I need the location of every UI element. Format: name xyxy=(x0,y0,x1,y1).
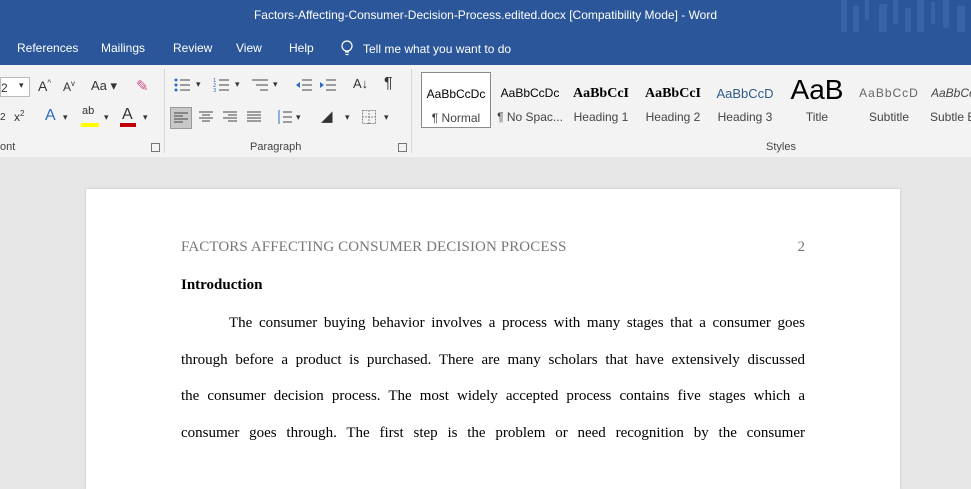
chevron-down-icon[interactable]: ▾ xyxy=(196,79,201,90)
ribbon: 2 ▾ A^ Av Aa ▾ ✎ x2 2 A ▾ ab ▾ A ▾ ont ▾… xyxy=(0,65,971,158)
increase-indent-icon[interactable] xyxy=(320,78,336,92)
document-canvas[interactable]: FACTORS AFFECTING CONSUMER DECISION PROC… xyxy=(0,157,971,489)
superscript-icon[interactable]: x2 xyxy=(14,109,24,124)
clear-formatting-icon[interactable]: ✎ xyxy=(136,77,149,95)
style-heading-3[interactable]: AaBbCcD Heading 3 xyxy=(710,72,780,128)
style-name: ¶ Normal xyxy=(431,111,481,125)
menu-review[interactable]: Review xyxy=(173,41,212,55)
chevron-down-icon[interactable]: ▾ xyxy=(345,112,350,123)
style-sample: AaBbCcDc xyxy=(426,87,486,101)
align-center-icon[interactable] xyxy=(199,111,213,123)
chevron-down-icon[interactable]: ▾ xyxy=(63,112,68,123)
borders-icon[interactable] xyxy=(362,110,376,124)
decrease-indent-icon[interactable] xyxy=(296,78,312,92)
lightbulb-icon xyxy=(341,40,353,56)
justify-icon[interactable] xyxy=(247,111,261,123)
text-effects-icon[interactable]: A xyxy=(45,107,56,125)
style-name: Heading 1 xyxy=(573,110,629,124)
font-size-value: 2 xyxy=(1,81,8,95)
menu-mailings[interactable]: Mailings xyxy=(101,41,145,55)
style-heading-2[interactable]: AaBbCcI Heading 2 xyxy=(638,72,708,128)
sort-icon[interactable]: A↓ xyxy=(353,76,368,91)
menu-help[interactable]: Help xyxy=(289,41,314,55)
title-bar-pattern xyxy=(841,0,965,32)
style-sample: AaBbCcD xyxy=(716,86,774,101)
style-sample: AaBbCc xyxy=(931,86,971,100)
divider xyxy=(411,69,412,153)
document-page[interactable]: FACTORS AFFECTING CONSUMER DECISION PROC… xyxy=(86,189,900,489)
style-sample: AaBbCcD xyxy=(859,86,919,100)
shrink-font-icon[interactable]: Av xyxy=(63,79,75,94)
chevron-down-icon: ▾ xyxy=(19,80,24,90)
style-subtle-emphasis[interactable]: AaBbCc Subtle E xyxy=(926,72,971,128)
chevron-down-icon[interactable]: ▾ xyxy=(273,79,278,90)
page-header: FACTORS AFFECTING CONSUMER DECISION PROC… xyxy=(181,239,567,255)
svg-text:3: 3 xyxy=(213,88,216,92)
menu-view[interactable]: View xyxy=(236,41,262,55)
chevron-down-icon[interactable]: ▾ xyxy=(104,112,109,123)
paragraph-line: through before a product is purchased. T… xyxy=(181,352,805,368)
section-heading: Introduction xyxy=(181,277,263,293)
font-dialog-launcher[interactable] xyxy=(151,143,160,152)
numbering-icon[interactable]: 123 xyxy=(213,78,229,92)
style-heading-1[interactable]: AaBbCcI Heading 1 xyxy=(566,72,636,128)
style-subtitle[interactable]: AaBbCcD Subtitle xyxy=(854,72,924,128)
paragraph-line: the consumer decision process. The most … xyxy=(181,388,805,404)
align-right-icon[interactable] xyxy=(223,111,237,123)
style-no-spacing[interactable]: AaBbCcDc ¶ No Spac... xyxy=(495,72,565,128)
style-name: Heading 2 xyxy=(645,110,701,124)
style-name: Subtitle xyxy=(868,110,910,124)
menu-bar: References Mailings Review View Help Tel… xyxy=(0,32,971,65)
styles-gallery: AaBbCcDc ¶ Normal AaBbCcDc ¶ No Spac... … xyxy=(420,71,971,131)
styles-group-label: Styles xyxy=(766,141,796,153)
shading-icon[interactable]: ◢ xyxy=(321,107,333,125)
show-formatting-marks-icon[interactable]: ¶ xyxy=(384,75,393,93)
style-sample: AaB xyxy=(790,74,844,105)
divider xyxy=(164,69,165,153)
line-spacing-icon[interactable] xyxy=(276,109,292,125)
tell-me-search[interactable]: Tell me what you want to do xyxy=(340,40,511,56)
highlight-color-bar xyxy=(81,123,99,127)
tell-me-label: Tell me what you want to do xyxy=(363,42,512,56)
style-name: ¶ No Spac... xyxy=(497,110,563,124)
font-group-label: ont xyxy=(0,141,16,153)
style-title[interactable]: AaB Title xyxy=(782,72,852,128)
style-name: Title xyxy=(805,110,829,124)
style-sample: AaBbCcDc xyxy=(500,86,560,100)
chevron-down-icon[interactable]: ▾ xyxy=(235,79,240,90)
grow-font-icon[interactable]: A^ xyxy=(38,78,51,94)
multilevel-list-icon[interactable] xyxy=(252,78,268,92)
title-bar: Factors-Affecting-Consumer-Decision-Proc… xyxy=(0,0,971,32)
font-size-box[interactable]: 2 ▾ xyxy=(0,77,30,97)
style-sample: AaBbCcI xyxy=(572,86,629,101)
align-left-button[interactable] xyxy=(170,107,192,129)
window-title: Factors-Affecting-Consumer-Decision-Proc… xyxy=(253,8,718,22)
style-sample: AaBbCcI xyxy=(644,86,701,101)
paragraph-line: consumer goes through. The first step is… xyxy=(181,425,805,441)
chevron-down-icon[interactable]: ▾ xyxy=(296,112,301,123)
menu-references[interactable]: References xyxy=(17,41,78,55)
chevron-down-icon[interactable]: ▾ xyxy=(384,112,389,123)
align-left-icon xyxy=(174,112,188,123)
highlight-icon[interactable]: ab xyxy=(82,105,94,117)
page-number: 2 xyxy=(797,239,806,255)
font-color-bar xyxy=(120,123,136,127)
paragraph-group-label: Paragraph xyxy=(250,141,302,153)
subscript-icon[interactable]: 2 xyxy=(0,112,6,123)
bullets-icon[interactable] xyxy=(174,78,190,92)
paragraph-dialog-launcher[interactable] xyxy=(398,143,407,152)
change-case-icon[interactable]: Aa ▾ xyxy=(91,78,117,94)
font-color-icon[interactable]: A xyxy=(122,106,133,124)
style-name: Heading 3 xyxy=(717,110,773,124)
paragraph-line: The consumer buying behavior involves a … xyxy=(229,315,805,331)
style-normal[interactable]: AaBbCcDc ¶ Normal xyxy=(421,72,491,128)
chevron-down-icon[interactable]: ▾ xyxy=(143,112,148,123)
style-name: Subtle E xyxy=(930,110,971,124)
